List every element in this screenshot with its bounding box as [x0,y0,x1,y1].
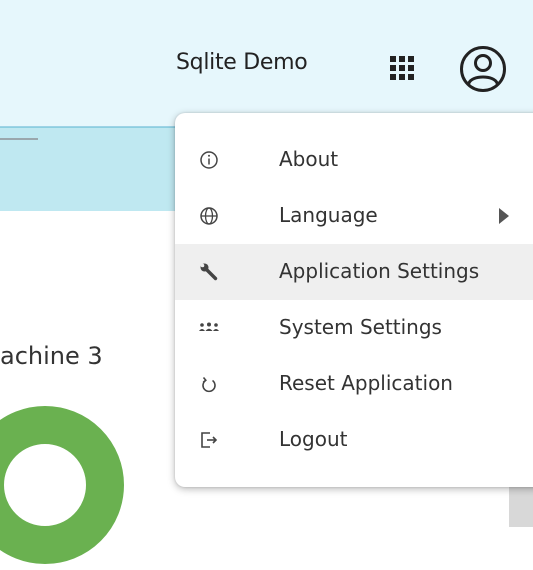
donut-chart [0,406,124,564]
user-account-icon[interactable] [458,44,508,94]
grid-apps-icon[interactable] [390,56,414,80]
menu-item-label: About [279,147,339,171]
menu-item-label: Logout [279,427,348,451]
app-title: Sqlite Demo [176,50,308,75]
menu-item-about[interactable]: About [175,132,533,188]
menu-item-reset-application[interactable]: Reset Application [175,356,533,412]
users-icon [199,322,219,331]
menu-item-system-settings[interactable]: System Settings [175,300,533,356]
top-bar: Sqlite Demo [0,0,533,127]
info-icon [200,151,218,169]
user-menu: About Language Application Settings Syst… [175,113,533,487]
menu-item-label: Language [279,203,378,227]
toolbar-divider [0,138,38,140]
submenu-arrow-icon [499,208,509,224]
menu-item-label: Reset Application [279,371,453,395]
menu-item-label: Application Settings [279,259,480,283]
menu-item-logout[interactable]: Logout [175,412,533,468]
card-title: achine 3 [0,342,103,370]
menu-item-language[interactable]: Language [175,188,533,244]
wrench-icon [200,263,218,281]
globe-icon [200,207,218,225]
reset-icon [202,376,216,393]
logout-icon [201,432,218,448]
menu-item-label: System Settings [279,315,442,339]
menu-item-application-settings[interactable]: Application Settings [175,244,533,300]
